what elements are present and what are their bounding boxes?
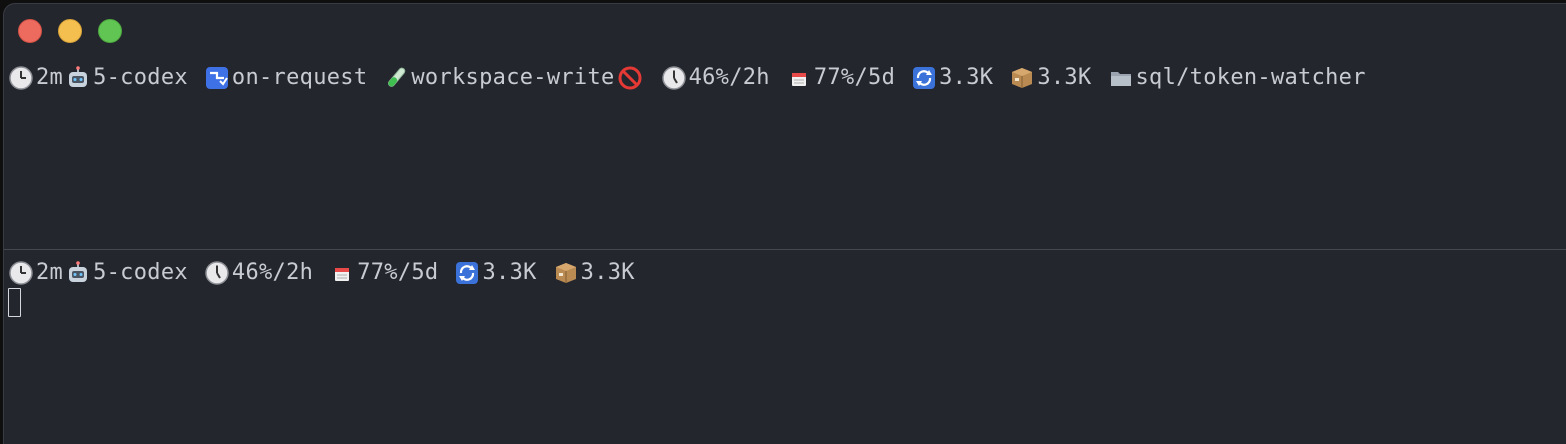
clock-icon	[204, 260, 230, 286]
top-status-line: 2m 5-codex on-request workspace-write 46…	[8, 63, 1382, 93]
close-window-button[interactable]	[18, 19, 42, 43]
tokens-total-value: 3.3K	[580, 260, 635, 285]
approval-segment: on-request	[204, 63, 367, 93]
network-segment	[617, 65, 645, 91]
tokens-cached-value: 3.3K	[939, 65, 994, 90]
calendar-icon	[329, 260, 355, 286]
approval-icon	[204, 65, 230, 91]
robot-icon	[65, 65, 91, 91]
model-segment: 5-codex	[65, 63, 188, 93]
time-segment: 2m	[8, 63, 63, 93]
refresh-icon	[911, 65, 937, 91]
robot-icon	[65, 260, 91, 286]
folder-icon	[1108, 65, 1134, 91]
bottom-status-line: 2m 5-codex 46%/2h 77%/5d 3.3K 3.3K	[8, 258, 651, 288]
pane-divider	[4, 249, 1566, 250]
prohibited-icon	[617, 65, 643, 91]
usage-2h-value: 46%/2h	[231, 260, 314, 285]
refresh-icon	[454, 260, 480, 286]
model-value: 5-codex	[93, 65, 188, 90]
sandbox-segment: workspace-write	[383, 63, 614, 93]
usage-5d-segment: 77%/5d	[329, 258, 438, 288]
test-tube-icon	[383, 65, 409, 91]
time-segment: 2m	[8, 258, 63, 288]
maximize-window-button[interactable]	[98, 19, 122, 43]
package-icon	[553, 260, 579, 286]
clock-icon	[8, 65, 34, 91]
usage-2h-segment: 46%/2h	[204, 258, 313, 288]
tokens-total-value: 3.3K	[1037, 65, 1092, 90]
usage-5d-value: 77%/5d	[357, 260, 439, 285]
calendar-icon	[786, 65, 812, 91]
tokens-cached-segment: 3.3K	[911, 63, 993, 93]
tokens-total-segment: 3.3K	[553, 258, 635, 288]
time-value: 2m	[36, 65, 64, 90]
approval-value: on-request	[231, 65, 368, 90]
package-icon	[1009, 65, 1035, 91]
usage-2h-value: 46%/2h	[688, 65, 770, 90]
time-value: 2m	[36, 260, 64, 285]
minimize-window-button[interactable]	[58, 19, 82, 43]
terminal-window: 2m 5-codex on-request workspace-write 46…	[3, 3, 1566, 444]
path-value: sql/token-watcher	[1135, 65, 1366, 90]
path-segment: sql/token-watcher	[1108, 63, 1366, 93]
sandbox-value: workspace-write	[411, 65, 615, 90]
model-value: 5-codex	[93, 260, 188, 285]
clock-icon	[661, 65, 687, 91]
usage-5d-segment: 77%/5d	[786, 63, 895, 93]
terminal-cursor[interactable]	[8, 288, 21, 317]
usage-2h-segment: 46%/2h	[661, 63, 770, 93]
tokens-cached-segment: 3.3K	[454, 258, 536, 288]
clock-icon	[8, 260, 34, 286]
tokens-total-segment: 3.3K	[1009, 63, 1091, 93]
tokens-cached-value: 3.3K	[482, 260, 537, 285]
model-segment: 5-codex	[65, 258, 188, 288]
usage-5d-value: 77%/5d	[813, 65, 896, 90]
